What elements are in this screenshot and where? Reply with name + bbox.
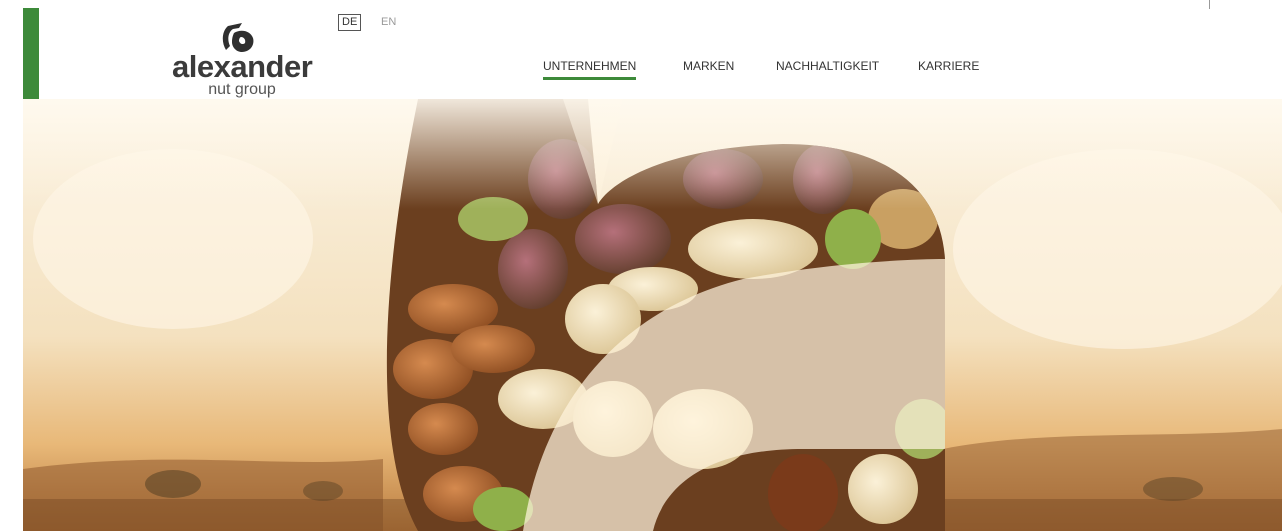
- brand-tagline: nut group: [208, 81, 276, 98]
- nav-item-karriere[interactable]: KARRIERE: [918, 58, 979, 74]
- nav-item-unternehmen[interactable]: UNTERNEHMEN: [543, 58, 637, 80]
- brand-logo[interactable]: alexander nut group: [172, 20, 313, 98]
- hero-image: [23, 99, 1282, 531]
- brand-accent-bar: [23, 8, 39, 99]
- language-en-button[interactable]: EN: [378, 14, 399, 31]
- brand-name: alexander: [172, 49, 313, 84]
- language-de-button[interactable]: DE: [338, 14, 362, 31]
- hero-banner: [23, 99, 1282, 531]
- site-header: alexander nut group DE EN UNTERNEHMEN MA…: [39, 0, 1282, 99]
- nav-item-marken[interactable]: MARKEN: [683, 58, 734, 74]
- divider: [1209, 0, 1210, 9]
- nav-item-nachhaltigkeit[interactable]: NACHHALTIGKEIT: [776, 58, 879, 74]
